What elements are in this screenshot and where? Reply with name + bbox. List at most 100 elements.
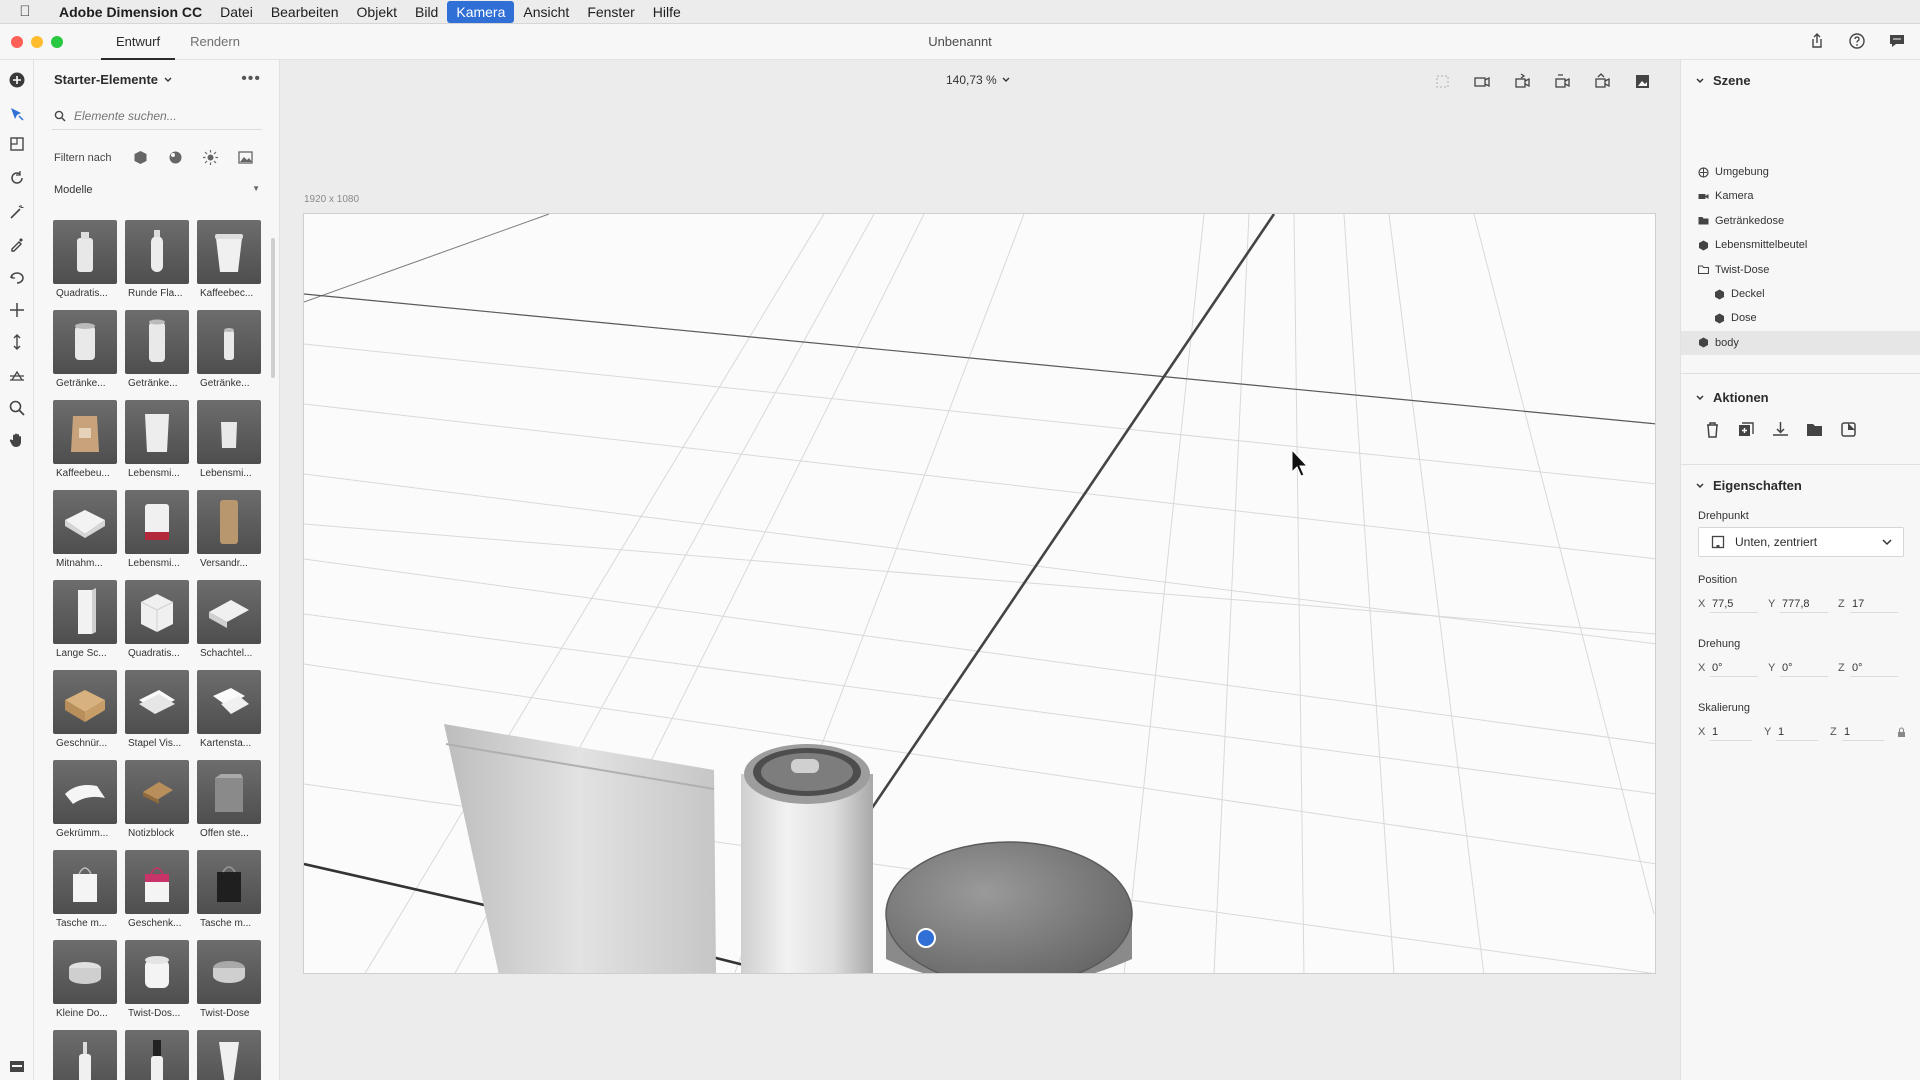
asset-card[interactable]: Mitnahm...	[53, 490, 117, 572]
3d-viewport[interactable]	[303, 213, 1656, 974]
menu-objekt[interactable]: Objekt	[348, 1, 406, 23]
close-window-button[interactable]	[11, 35, 23, 48]
trash-icon[interactable]	[1703, 420, 1722, 439]
asset-card[interactable]: Kaffeebeu...	[53, 400, 117, 482]
asset-card[interactable]: Twist-Dos...	[125, 940, 189, 1022]
export-selection-icon[interactable]	[1839, 420, 1858, 439]
rotation-z-field[interactable]: 0°	[1850, 659, 1898, 677]
asset-card[interactable]	[197, 1030, 261, 1080]
filter-lights-icon[interactable]	[203, 150, 219, 165]
add-content-icon[interactable]	[7, 70, 27, 90]
filter-images-icon[interactable]	[238, 150, 254, 165]
search-input[interactable]	[74, 108, 254, 123]
pivot-marker[interactable]	[916, 928, 936, 948]
help-icon[interactable]	[1848, 32, 1866, 55]
asset-card[interactable]: Lebensmi...	[197, 400, 261, 482]
zoom-window-button[interactable]	[51, 35, 63, 48]
orbit-tool-icon[interactable]	[7, 168, 27, 188]
camera-view-2-icon[interactable]	[1513, 72, 1532, 91]
menu-kamera[interactable]: Kamera	[447, 0, 515, 23]
tab-entwurf[interactable]: Entwurf	[101, 24, 176, 60]
scale-y-field[interactable]: 1	[1776, 723, 1818, 741]
scale-z-field[interactable]: 1	[1842, 723, 1884, 741]
position-y-field[interactable]: 777,8	[1780, 595, 1828, 613]
asset-card[interactable]: Twist-Dose	[197, 940, 261, 1022]
apple-menu-icon[interactable]: 	[0, 3, 50, 20]
more-options-icon[interactable]: •••	[241, 70, 261, 88]
magic-select-icon[interactable]	[7, 134, 27, 154]
render-preview-icon[interactable]	[1633, 72, 1652, 91]
lock-icon[interactable]	[1897, 727, 1906, 738]
menu-bild[interactable]: Bild	[406, 1, 447, 23]
scene-item[interactable]: Getränkedose	[1681, 209, 1920, 233]
horizon-tool-icon[interactable]	[7, 366, 27, 386]
asset-card[interactable]: Schachtel...	[197, 580, 261, 662]
position-z-field[interactable]: 17	[1850, 595, 1898, 613]
library-icon[interactable]	[7, 1056, 27, 1076]
asset-card[interactable]: Quadratis...	[125, 580, 189, 662]
select-tool-icon[interactable]	[7, 104, 27, 124]
menu-ansicht[interactable]: Ansicht	[514, 1, 578, 23]
asset-card[interactable]: Getränke...	[197, 310, 261, 392]
scene-item[interactable]: Dose	[1681, 306, 1920, 330]
properties-section-header[interactable]: Eigenschaften	[1695, 478, 1802, 493]
asset-card[interactable]: Kaffeebec...	[197, 220, 261, 302]
share-icon[interactable]	[1808, 32, 1826, 55]
magic-wand-icon[interactable]	[7, 202, 27, 222]
asset-card[interactable]	[125, 1030, 189, 1080]
filter-materials-icon[interactable]	[168, 150, 183, 165]
camera-view-3-icon[interactable]	[1553, 72, 1572, 91]
frame-selection-icon[interactable]	[1433, 72, 1452, 91]
asset-card[interactable]: Versandr...	[197, 490, 261, 572]
menu-bearbeiten[interactable]: Bearbeiten	[262, 1, 348, 23]
menu-app-name[interactable]: Adobe Dimension CC	[50, 1, 211, 23]
asset-card[interactable]: Geschnür...	[53, 670, 117, 752]
asset-card[interactable]: Lebensmi...	[125, 490, 189, 572]
asset-card[interactable]: Tasche m...	[53, 850, 117, 932]
asset-card[interactable]: Lange Sc...	[53, 580, 117, 662]
asset-card[interactable]: Runde Fla...	[125, 220, 189, 302]
models-section-header[interactable]: Modelle ▼	[54, 184, 260, 196]
asset-card[interactable]: Offen ste...	[197, 760, 261, 842]
assets-source-dropdown[interactable]: Starter-Elemente	[54, 72, 173, 87]
menu-fenster[interactable]: Fenster	[578, 1, 643, 23]
zoom-tool-icon[interactable]	[7, 398, 27, 418]
scale-x-field[interactable]: 1	[1710, 723, 1752, 741]
asset-card[interactable]: Lebensmi...	[125, 400, 189, 482]
asset-card[interactable]: Kartensta...	[197, 670, 261, 752]
tab-rendern[interactable]: Rendern	[175, 24, 255, 60]
rotation-y-field[interactable]: 0°	[1780, 659, 1828, 677]
actions-section-header[interactable]: Aktionen	[1695, 390, 1769, 405]
move-camera-icon[interactable]	[7, 300, 27, 320]
scene-section-header[interactable]: Szene	[1695, 73, 1751, 88]
assets-scrollbar[interactable]	[271, 238, 275, 378]
comment-icon[interactable]	[1888, 32, 1906, 55]
filter-models-icon[interactable]	[133, 150, 148, 165]
asset-card[interactable]: Kleine Do...	[53, 940, 117, 1022]
scene-item[interactable]: Umgebung	[1681, 160, 1920, 184]
position-x-field[interactable]: 77,5	[1710, 595, 1758, 613]
asset-card[interactable]: Getränke...	[125, 310, 189, 392]
asset-card[interactable]: Getränke...	[53, 310, 117, 392]
group-icon[interactable]	[1805, 420, 1824, 439]
minimize-window-button[interactable]	[31, 35, 43, 48]
asset-card[interactable]: Geschenk...	[125, 850, 189, 932]
pivot-dropdown[interactable]: Unten, zentriert	[1698, 527, 1904, 557]
zoom-dropdown[interactable]: 140,73 %	[946, 73, 1011, 87]
asset-card[interactable]: Notizblock	[125, 760, 189, 842]
pan-camera-icon[interactable]	[7, 268, 27, 288]
camera-view-1-icon[interactable]	[1473, 72, 1492, 91]
scene-item[interactable]: Lebensmittelbeutel	[1681, 233, 1920, 257]
hand-tool-icon[interactable]	[7, 430, 27, 450]
eyedropper-icon[interactable]	[7, 234, 27, 254]
menu-datei[interactable]: Datei	[211, 1, 262, 23]
menu-hilfe[interactable]: Hilfe	[644, 1, 690, 23]
place-on-ground-icon[interactable]	[1771, 420, 1790, 439]
asset-card[interactable]: Stapel Vis...	[125, 670, 189, 752]
scene-item[interactable]: Deckel	[1681, 282, 1920, 306]
scene-item[interactable]: Kamera	[1681, 184, 1920, 208]
duplicate-icon[interactable]	[1737, 420, 1756, 439]
scene-item[interactable]: body	[1681, 330, 1920, 355]
asset-card[interactable]	[53, 1030, 117, 1080]
asset-card[interactable]: Tasche m...	[197, 850, 261, 932]
